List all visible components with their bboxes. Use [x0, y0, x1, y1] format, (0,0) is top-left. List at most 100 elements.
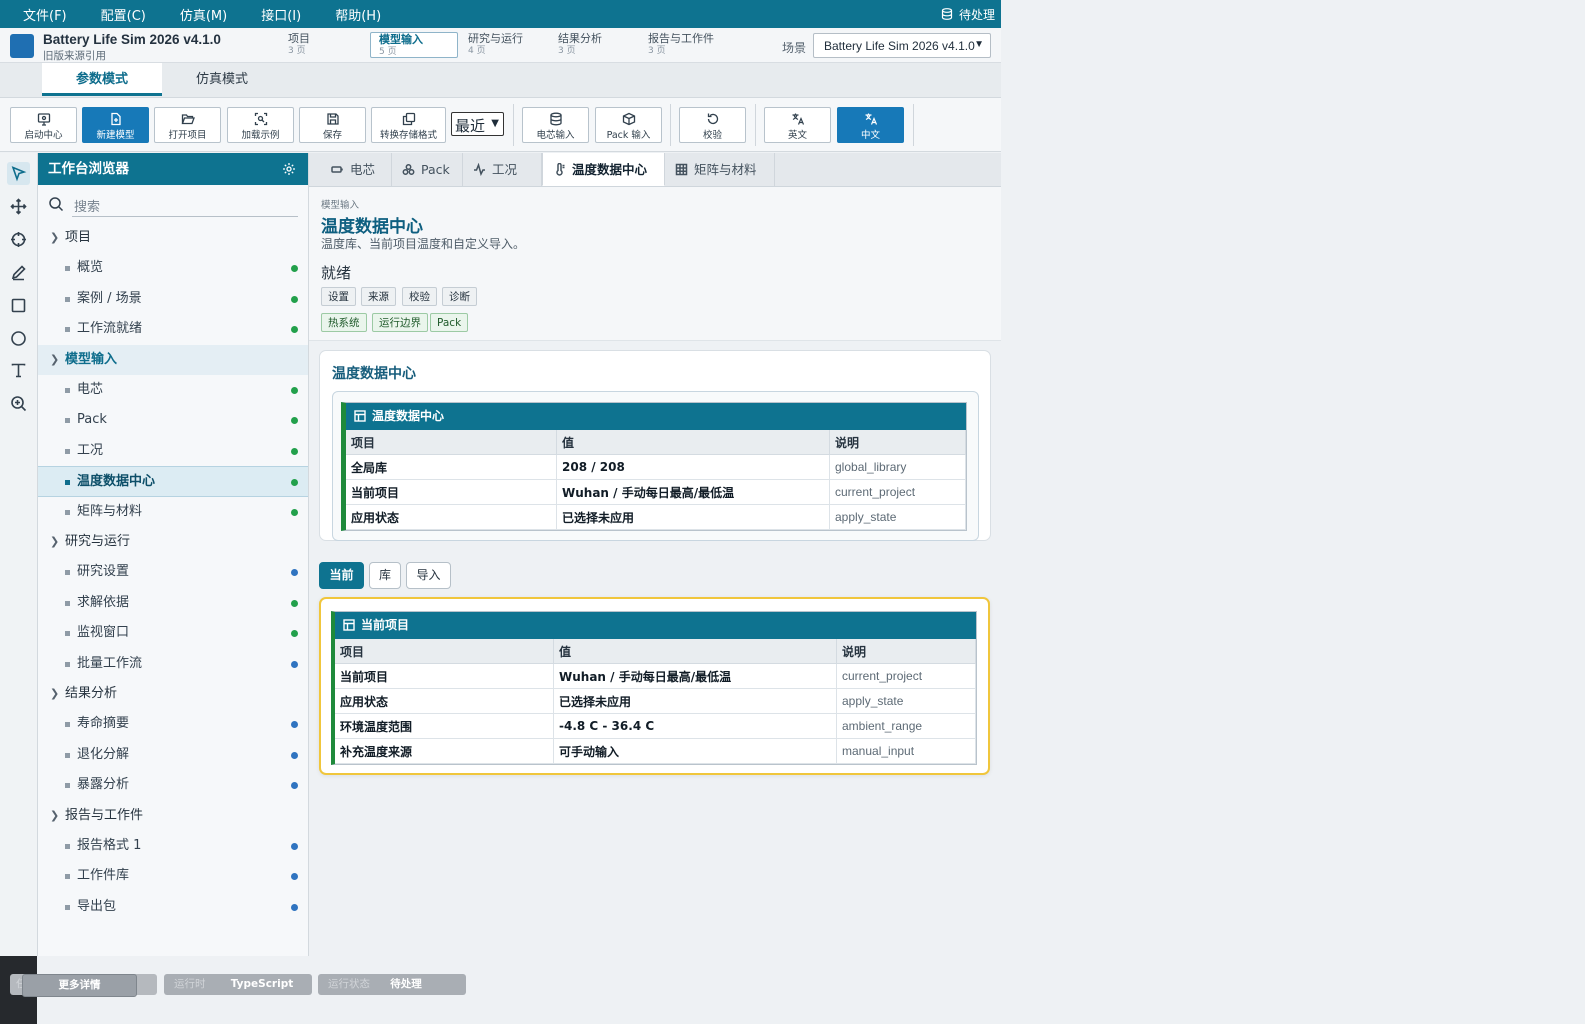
tree-item-cell[interactable]: 电芯 [38, 375, 308, 406]
tree-item-duty-cycle[interactable]: 工况 [38, 436, 308, 467]
browser-header: 工作台浏览器 [38, 153, 308, 185]
tree-item-label: 暴露分析 [77, 777, 130, 792]
pending-indicator[interactable]: 待处理 [941, 0, 995, 28]
chevron-right-icon: ❯ [50, 535, 60, 548]
run-status-pill[interactable]: 运行状态 待处理 [318, 974, 466, 995]
chip-operating-bounds[interactable]: 运行边界 [372, 313, 428, 332]
gear-icon[interactable] [282, 162, 296, 176]
language-chinese-button[interactable]: 中文 [837, 107, 904, 143]
tree-item-temperature-hub[interactable]: 温度数据中心 [38, 466, 308, 497]
chip-diagnose[interactable]: 诊断 [442, 287, 477, 306]
status-dot-icon [291, 751, 298, 759]
tree-item-cases[interactable]: 案例 / 场景 [38, 284, 308, 315]
section-tab-results[interactable]: 结果分析 3 页 [550, 32, 630, 58]
tree-item-report-format[interactable]: 报告格式 1 [38, 831, 308, 862]
segment-current[interactable]: 当前 [319, 562, 364, 589]
battery-icon [331, 166, 343, 173]
segment-library[interactable]: 库 [369, 562, 401, 589]
runtime-pill[interactable]: 运行时 TypeScript [164, 974, 312, 995]
bullet-icon [65, 661, 70, 667]
language-english-button[interactable]: 英文 [764, 107, 831, 143]
pen-tool[interactable] [7, 261, 30, 284]
convert-storage-button[interactable]: 转换存储格式 [371, 107, 446, 143]
open-project-button[interactable]: 打开项目 [154, 107, 221, 143]
scene-select[interactable]: Battery Life Sim 2026 v4.1.0 ▼ [813, 33, 991, 58]
tree-item-monitor-window[interactable]: 监视窗口 [38, 618, 308, 649]
move-tool[interactable] [7, 195, 30, 218]
tree-item-matrix-materials[interactable]: 矩阵与材料 [38, 497, 308, 528]
tree-group-research[interactable]: ❯ 研究与运行 [38, 527, 308, 557]
chip-pack[interactable]: Pack [430, 313, 469, 332]
tree-item-workflow-ready[interactable]: 工作流就绪 [38, 314, 308, 345]
tree-item-export-package[interactable]: 导出包 [38, 892, 308, 923]
tree-group-model-input[interactable]: ❯ 模型输入 [38, 344, 308, 375]
tree-item-label: 电芯 [77, 381, 104, 397]
menu-simulate[interactable]: 仿真(M) [163, 5, 244, 24]
section-tab-research[interactable]: 研究与运行 4 页 [460, 32, 540, 58]
tree-group-reports[interactable]: ❯ 报告与工作件 [38, 801, 308, 831]
tab-parameter-mode[interactable]: 参数模式 [42, 63, 162, 96]
cell-key: 环境温度范围 [335, 713, 554, 739]
recent-select[interactable]: 最近 ▼ [451, 112, 504, 136]
chip-source[interactable]: 来源 [361, 287, 396, 306]
monitor-icon [37, 113, 50, 126]
section-tab-model-input[interactable]: 模型输入 5 页 [370, 32, 458, 58]
chip-settings[interactable]: 设置 [321, 287, 356, 306]
status-dot-icon [291, 660, 298, 668]
status-dot-icon [291, 386, 298, 394]
menu-file[interactable]: 文件(F) [0, 5, 84, 24]
pack-input-button[interactable]: Pack 输入 [595, 107, 662, 143]
validate-button[interactable]: 校验 [679, 107, 746, 143]
tree-item-exposure[interactable]: 暴露分析 [38, 770, 308, 801]
tree-item-overview[interactable]: 概览 [38, 253, 308, 284]
tree-item-pack[interactable]: Pack [38, 405, 308, 436]
tab-label: 矩阵与材料 [694, 162, 757, 177]
cell-input-button[interactable]: 电芯输入 [522, 107, 589, 143]
table-title: 当前项目 [361, 618, 410, 632]
tree-group-project[interactable]: ❯ 项目 [38, 223, 308, 253]
target-tool[interactable] [7, 228, 30, 251]
tab-temperature-hub[interactable]: 温度数据中心 [542, 153, 665, 186]
section-label: 结果分析 [558, 32, 602, 45]
tab-simulation-mode[interactable]: 仿真模式 [162, 63, 282, 96]
table-header: 温度数据中心 [346, 403, 966, 430]
section-tab-reports[interactable]: 报告与工作件 3 页 [640, 32, 730, 58]
zoom-tool[interactable] [7, 392, 30, 415]
chip-thermal-system[interactable]: 热系统 [321, 313, 367, 332]
tree-item-artifact-library[interactable]: 工作件库 [38, 861, 308, 892]
language-english-label: 英文 [787, 130, 807, 141]
segment-import[interactable]: 导入 [406, 562, 451, 589]
select-tool[interactable] [7, 162, 30, 185]
tree-item-batch-workflow[interactable]: 批量工作流 [38, 649, 308, 680]
pending-status-label: 待处理 [390, 978, 422, 990]
tree-item-degradation[interactable]: 退化分解 [38, 740, 308, 771]
more-details-button[interactable]: 更多详情 [22, 974, 137, 997]
tab-duty-cycle[interactable]: 工况 [463, 153, 542, 186]
tab-pack[interactable]: Pack [392, 153, 463, 186]
search-input[interactable]: 搜索 [74, 196, 100, 215]
load-example-button[interactable]: 加载示例 [227, 107, 294, 143]
menu-interface[interactable]: 接口(I) [244, 5, 318, 24]
tree-item-study-settings[interactable]: 研究设置 [38, 557, 308, 588]
new-model-button[interactable]: 新建模型 [82, 107, 149, 143]
tab-matrix-materials[interactable]: 矩阵与材料 [665, 153, 775, 186]
bullet-icon [65, 600, 70, 606]
rectangle-tool[interactable] [7, 294, 30, 317]
cell-key: 当前项目 [346, 479, 557, 505]
tree-group-results[interactable]: ❯ 结果分析 [38, 679, 308, 709]
tree-item-solver-basis[interactable]: 求解依据 [38, 588, 308, 619]
breadcrumb[interactable]: 模型输入 [321, 197, 359, 211]
cell-note: apply_state [836, 688, 976, 714]
save-button[interactable]: 保存 [299, 107, 366, 143]
tree-group-label: 结果分析 [65, 686, 118, 701]
menu-config[interactable]: 配置(C) [84, 5, 163, 24]
text-tool[interactable] [7, 359, 30, 382]
chip-validate[interactable]: 校验 [402, 287, 437, 306]
tab-cell[interactable]: 电芯 [321, 153, 392, 186]
circle-tool[interactable] [7, 327, 30, 350]
tree-item-life-summary[interactable]: 寿命摘要 [38, 709, 308, 740]
section-tab-project[interactable]: 项目 3 页 [280, 32, 350, 58]
browser-search[interactable]: 搜索 [38, 185, 308, 223]
menu-help[interactable]: 帮助(H) [318, 5, 398, 24]
launch-center-button[interactable]: 启动中心 [10, 107, 77, 143]
